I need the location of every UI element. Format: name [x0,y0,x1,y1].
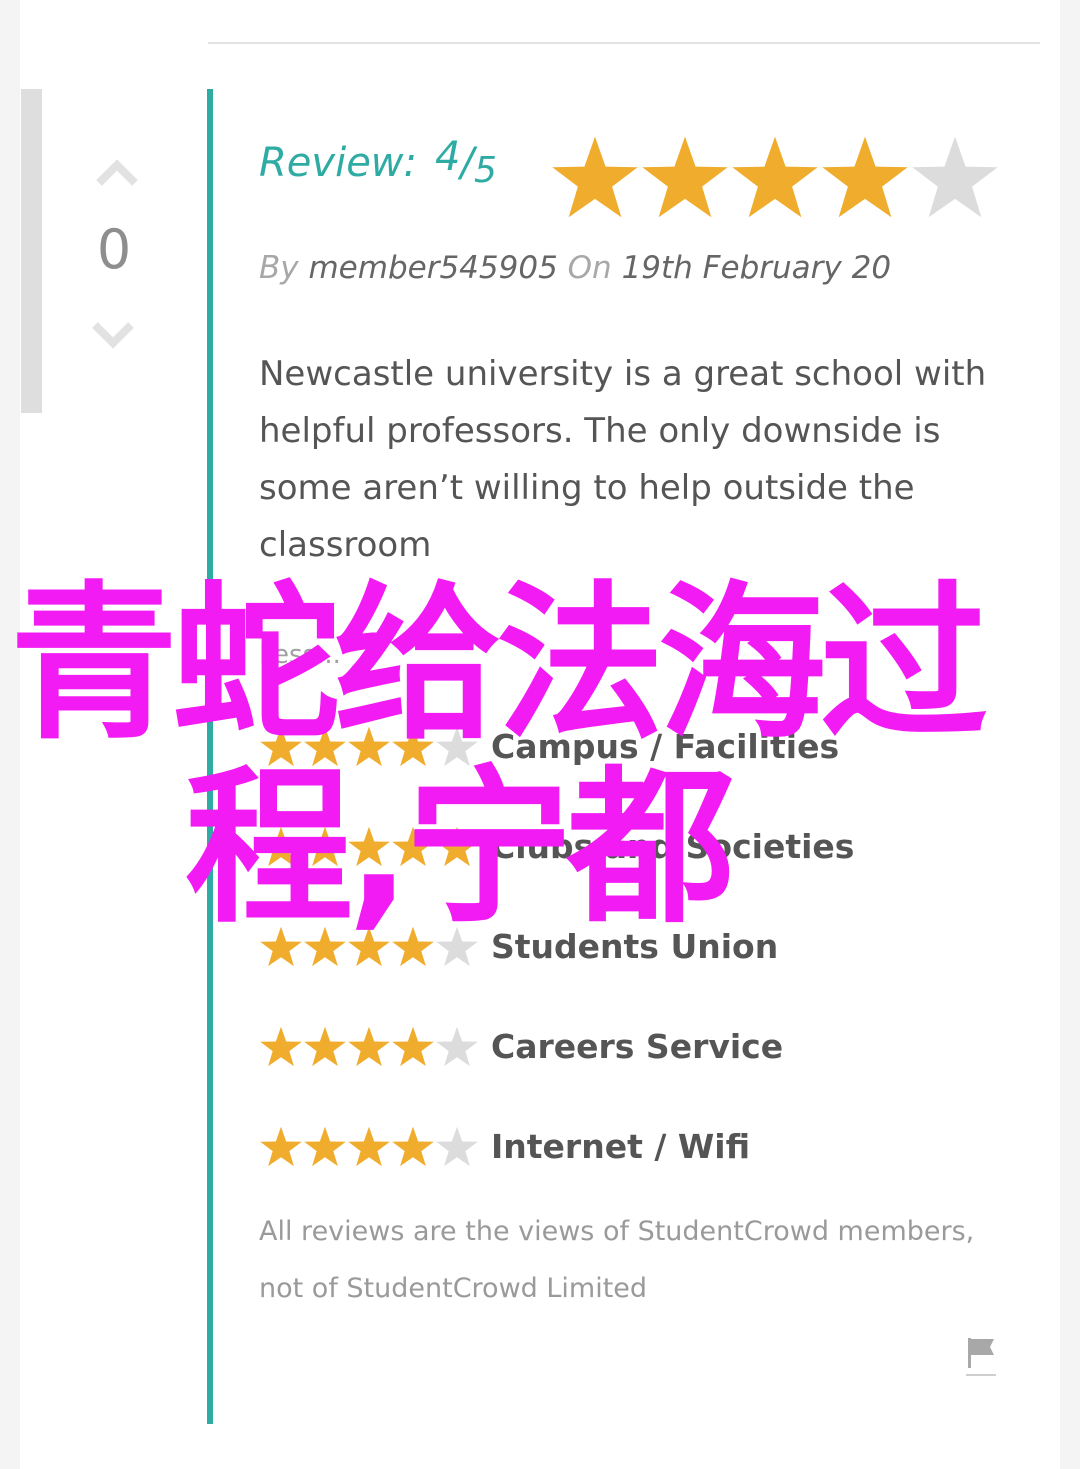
rating-stars [259,1025,491,1067]
rating-label: Internet / Wifi [491,1126,751,1166]
flag-icon[interactable] [966,1336,996,1378]
overlay-caption: 青蛇给法海过 程,宁都 [10,572,1075,940]
review-slash: / [460,140,474,186]
rating-row: Careers Service [259,996,854,1096]
star-filled-icon [392,1126,434,1167]
star-filled-icon [304,1026,346,1067]
star-empty-icon [436,1026,478,1067]
byline-author[interactable]: member545905 [308,250,557,286]
review-body: Newcastle university is a great school w… [259,354,987,565]
star-filled-icon [642,136,728,218]
rating-stars [259,1125,491,1167]
star-filled-icon [348,1126,390,1167]
star-filled-icon [348,1026,390,1067]
overlay-line-1: 青蛇给法海过 [10,566,988,762]
review-out-of: 5 [473,150,497,191]
star-filled-icon [304,1126,346,1167]
star-filled-icon [822,136,908,218]
star-filled-icon [260,1126,302,1167]
review-score: 4 [435,134,461,180]
divider [208,42,1040,44]
star-filled-icon [732,136,818,218]
star-empty-icon [912,136,998,218]
chevron-up-icon[interactable] [96,157,138,187]
review-label: Review: [259,140,417,186]
chevron-down-icon[interactable] [92,321,134,351]
byline-on: On [567,250,612,286]
vote-count: 0 [96,218,132,281]
star-filled-icon [260,1026,302,1067]
star-filled-icon [392,1026,434,1067]
review-title: Review: 4/5 [259,134,497,200]
byline: By member545905 On 19th February 20 [259,250,891,286]
disclaimer: All reviews are the views of StudentCrow… [259,1216,975,1304]
overlay-line-2: 程,宁都 [185,750,735,946]
star-empty-icon [436,1126,478,1167]
byline-date: 19th February 20 [621,250,892,286]
vote-bar [21,89,42,413]
star-filled-icon [552,136,638,218]
rating-row: Internet / Wifi [259,1096,854,1196]
byline-by: By [259,250,299,286]
rating-label: Careers Service [491,1026,784,1066]
overall-star-rating [550,133,1000,219]
